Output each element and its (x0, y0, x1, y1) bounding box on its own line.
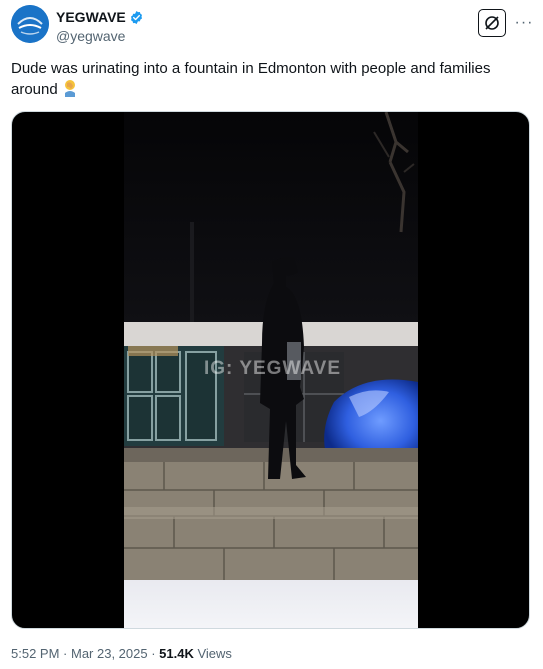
tweet-body: Dude was urinating into a fountain in Ed… (11, 60, 491, 98)
video-frame: IG: YEGWAVE (124, 112, 418, 628)
more-options-button[interactable]: ··· (514, 9, 534, 37)
grok-button[interactable] (478, 9, 506, 37)
verified-badge-icon (130, 10, 142, 24)
grok-icon (485, 16, 499, 30)
views-label: Views (193, 646, 232, 661)
tweet-header: YEGWAVE @yegwave ··· (11, 5, 534, 49)
meta-separator: · (147, 646, 160, 661)
video-player[interactable]: IG: YEGWAVE (11, 111, 530, 629)
facepalm-emoji-icon (64, 80, 75, 97)
display-name[interactable]: YEGWAVE (56, 9, 126, 25)
avatar[interactable] (11, 5, 49, 43)
video-watermark: IG: YEGWAVE (204, 358, 341, 379)
handle[interactable]: @yegwave (56, 28, 144, 44)
tweet-time[interactable]: 5:52 PM (11, 646, 59, 661)
tweet-text: Dude was urinating into a fountain in Ed… (11, 58, 526, 100)
tweet-meta: 5:52 PM · Mar 23, 2025 · 51.4K Views (11, 646, 232, 661)
tweet-date[interactable]: Mar 23, 2025 (71, 646, 148, 661)
meta-separator: · (59, 646, 71, 661)
yegwave-logo-icon (11, 5, 49, 43)
views-count[interactable]: 51.4K (159, 646, 194, 661)
